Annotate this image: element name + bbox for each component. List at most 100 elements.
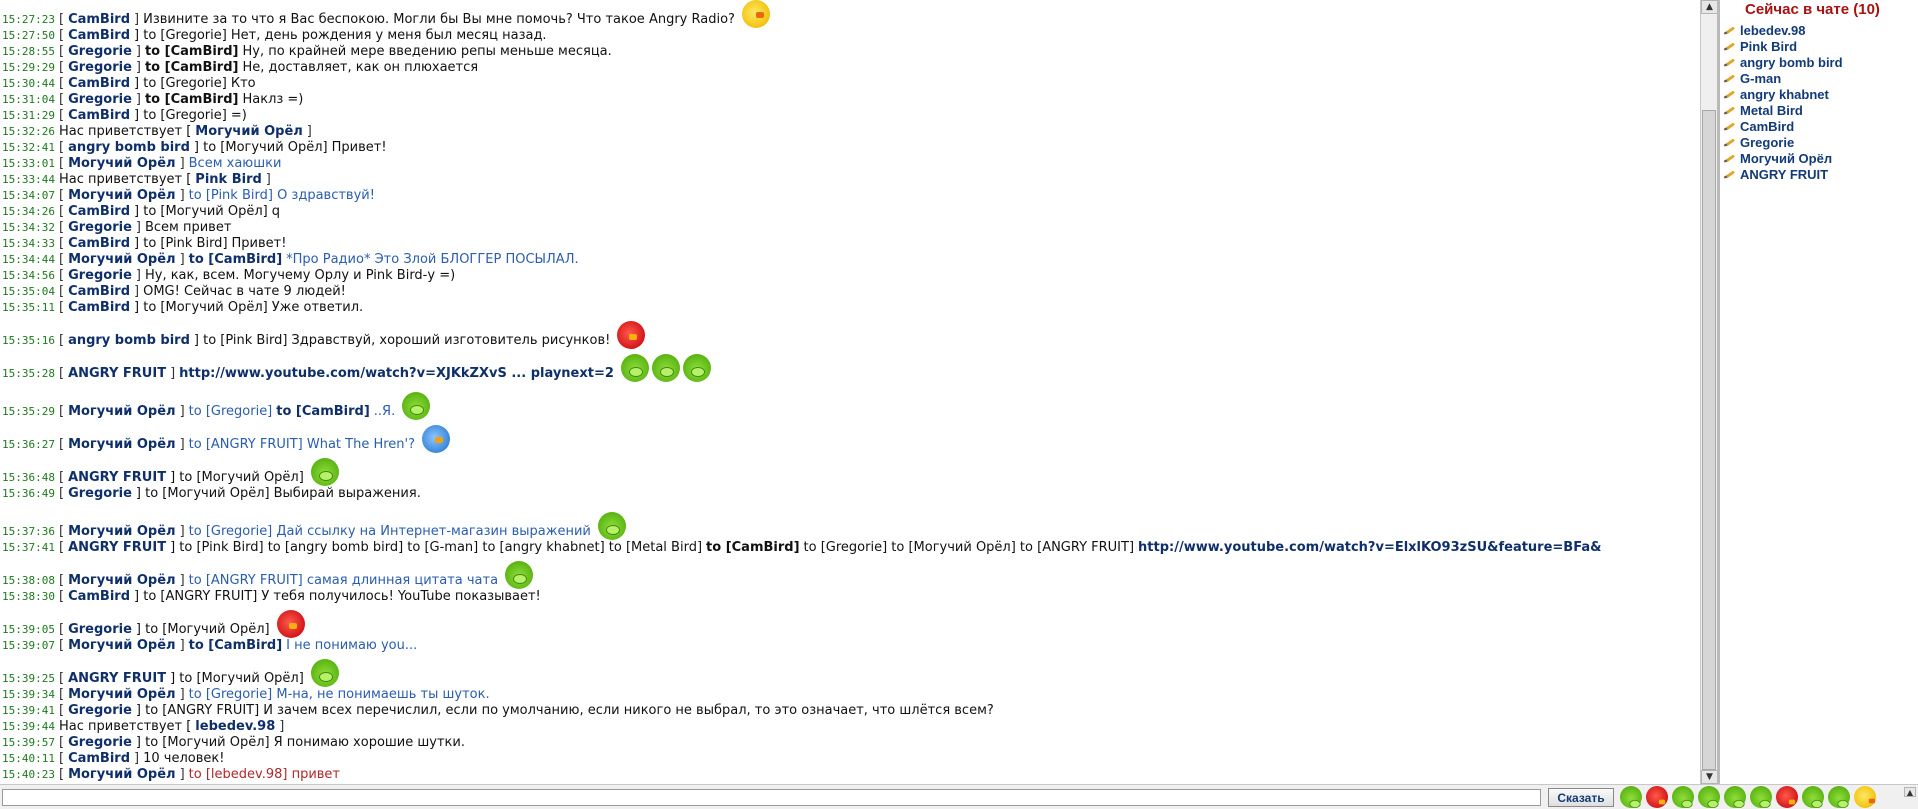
user-name[interactable]: Metal Bird: [1740, 103, 1803, 118]
user-name[interactable]: angry bomb bird: [1740, 55, 1843, 70]
user-name[interactable]: Pink Bird: [1740, 39, 1797, 54]
user-list-item[interactable]: lebedev.98: [1720, 22, 1918, 38]
yellow-bird-emoticon-icon[interactable]: [1854, 786, 1876, 808]
sender-nick[interactable]: Gregorie: [68, 622, 132, 638]
pig-emoticon-icon[interactable]: [1698, 786, 1720, 808]
sender-nick[interactable]: CamBird: [68, 108, 130, 124]
message-timestamp: 15:28:55: [2, 45, 55, 58]
sender-nick[interactable]: Gregorie: [68, 44, 132, 60]
message-timestamp: 15:34:32: [2, 221, 55, 234]
sender-nick[interactable]: Gregorie: [68, 268, 132, 284]
scrollbar-thumb[interactable]: [1702, 110, 1716, 770]
pig-emoticon-icon[interactable]: [1672, 786, 1694, 808]
pig-emoticon-icon[interactable]: [1802, 786, 1824, 808]
chat-message: 15:39:34[Могучий Орёл] to [Gregorie] М-на…: [2, 687, 1700, 703]
red-bird-emoticon-icon[interactable]: [1646, 786, 1668, 808]
user-list-item[interactable]: angry khabnet: [1720, 86, 1918, 102]
sender-nick[interactable]: Могучий Орёл: [68, 156, 176, 172]
message-timestamp: 15:35:28: [2, 367, 55, 380]
message-timestamp: 15:34:07: [2, 189, 55, 202]
chevron-up-icon[interactable]: ▲: [1904, 787, 1916, 797]
sender-nick[interactable]: CamBird: [68, 12, 130, 28]
sender-nick[interactable]: Могучий Орёл: [68, 767, 176, 783]
user-name[interactable]: lebedev.98: [1740, 23, 1806, 38]
sender-nick[interactable]: Могучий Орёл: [68, 252, 176, 268]
sender-nick[interactable]: Pink Bird: [195, 172, 262, 188]
message-text: Ну, по крайней мере введению репы меньше…: [242, 44, 612, 59]
sender-nick[interactable]: ANGRY FRUIT: [68, 671, 166, 687]
sender-nick[interactable]: Gregorie: [68, 220, 132, 236]
user-name[interactable]: CamBird: [1740, 119, 1794, 134]
sender-nick[interactable]: Gregorie: [68, 60, 132, 76]
user-list-item[interactable]: CamBird: [1720, 118, 1918, 134]
message-link[interactable]: http://www.youtube.com/watch?v=ElxlKO93z…: [1138, 540, 1601, 556]
scroll-up-arrow-icon[interactable]: ▲: [1701, 0, 1718, 14]
sender-nick[interactable]: CamBird: [68, 236, 130, 252]
sender-nick[interactable]: ANGRY FRUIT: [68, 470, 166, 486]
chat-log-scrollbar[interactable]: ▲ ▼: [1700, 0, 1718, 784]
pig-emoticon-icon[interactable]: [1750, 786, 1772, 808]
sender-nick[interactable]: Могучий Орёл: [68, 687, 176, 703]
message-text: Привет!: [231, 236, 287, 251]
sender-nick[interactable]: Могучий Орёл: [195, 124, 303, 140]
message-timestamp: 15:34:44: [2, 253, 55, 266]
message-text: [: [58, 735, 65, 750]
user-name[interactable]: ANGRY FRUIT: [1740, 167, 1828, 182]
sender-nick[interactable]: Могучий Орёл: [68, 524, 176, 540]
sender-nick[interactable]: ANGRY FRUIT: [68, 540, 166, 556]
red-bird-emoticon-icon[interactable]: [1776, 786, 1798, 808]
pig-emoticon-icon[interactable]: [1828, 786, 1850, 808]
user-list-item[interactable]: ANGRY FRUIT: [1720, 166, 1918, 182]
sender-nick[interactable]: Gregorie: [68, 92, 132, 108]
message-timestamp: 15:38:30: [2, 590, 55, 603]
message-text: [: [58, 76, 65, 91]
sender-nick[interactable]: CamBird: [68, 76, 130, 92]
sender-nick[interactable]: angry bomb bird: [68, 333, 190, 349]
chat-message: 15:39:44 Нас приветствует [lebedev.98]: [2, 719, 1700, 735]
chat-log[interactable]: 15:27:23[CamBird] Извините за то что я Ва…: [0, 0, 1700, 784]
red-bird-emoticon-icon: [617, 321, 646, 349]
sender-nick[interactable]: CamBird: [68, 751, 130, 767]
sender-nick[interactable]: Могучий Орёл: [68, 404, 176, 420]
user-name[interactable]: G-man: [1740, 71, 1781, 86]
sender-nick[interactable]: angry bomb bird: [68, 140, 190, 156]
sender-nick[interactable]: to [CamBird]: [189, 638, 283, 654]
pig-emoticon-icon: [505, 561, 534, 589]
user-name[interactable]: Могучий Орёл: [1740, 151, 1832, 166]
message-input[interactable]: [2, 789, 1541, 806]
user-name[interactable]: Gregorie: [1740, 135, 1794, 150]
sender-nick[interactable]: CamBird: [68, 28, 130, 44]
sender-nick[interactable]: CamBird: [68, 300, 130, 316]
sender-nick[interactable]: Gregorie: [68, 735, 132, 751]
sender-nick[interactable]: Gregorie: [68, 703, 132, 719]
message-link[interactable]: http://www.youtube.com/watch?v=XJKkZXvS …: [179, 366, 614, 382]
message-timestamp: 15:39:44: [2, 720, 55, 733]
user-list-item[interactable]: Могучий Орёл: [1720, 150, 1918, 166]
sender-nick[interactable]: CamBird: [68, 284, 130, 300]
sender-nick[interactable]: Могучий Орёл: [68, 638, 176, 654]
user-list-item[interactable]: Gregorie: [1720, 134, 1918, 150]
message-text: *Про Радио* Это Злой БЛОГГЕР ПОСЫЛАЛ.: [286, 252, 579, 267]
user-list-item[interactable]: angry bomb bird: [1720, 54, 1918, 70]
user-list-item[interactable]: Metal Bird: [1720, 102, 1918, 118]
user-list-item[interactable]: G-man: [1720, 70, 1918, 86]
user-name[interactable]: angry khabnet: [1740, 87, 1829, 102]
pig-emoticon-icon[interactable]: [1724, 786, 1746, 808]
pencil-icon: [1724, 169, 1736, 179]
sender-nick[interactable]: lebedev.98: [195, 719, 275, 735]
sender-nick[interactable]: Могучий Орёл: [68, 573, 176, 589]
message-text: ]: [179, 252, 185, 267]
sender-nick[interactable]: Могучий Орёл: [68, 437, 176, 453]
sender-nick[interactable]: Могучий Орёл: [68, 188, 176, 204]
sender-nick[interactable]: CamBird: [68, 204, 130, 220]
pig-emoticon-icon[interactable]: [1620, 786, 1642, 808]
scroll-down-arrow-icon[interactable]: ▼: [1701, 770, 1718, 784]
sender-nick[interactable]: ANGRY FRUIT: [68, 366, 166, 382]
sender-nick[interactable]: CamBird: [68, 589, 130, 605]
say-button[interactable]: Сказать: [1548, 788, 1614, 807]
sender-nick[interactable]: to [CamBird]: [189, 252, 283, 268]
sender-nick[interactable]: Gregorie: [68, 486, 132, 502]
sender-nick[interactable]: to [CamBird]: [276, 404, 370, 420]
user-list-item[interactable]: Pink Bird: [1720, 38, 1918, 54]
message-text: Всем хаюшки: [188, 156, 282, 171]
